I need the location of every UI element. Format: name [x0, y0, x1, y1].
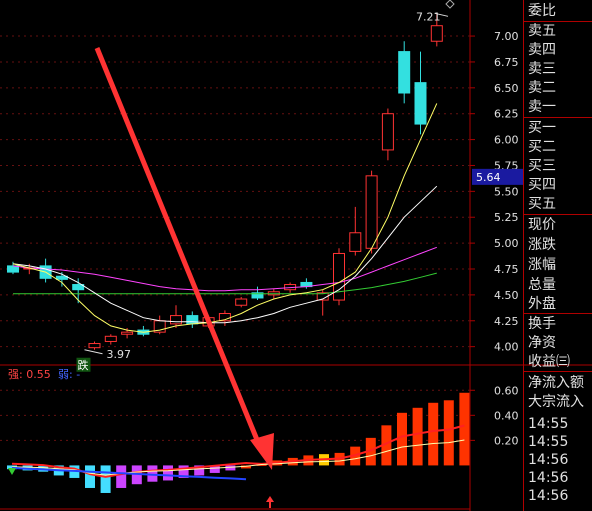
current-price-label: 5.64	[476, 171, 501, 184]
sidebar-item-0: 委比	[528, 3, 556, 19]
sidebar-item-14: 总量	[528, 277, 556, 293]
sidebar-item-22: 14:55	[528, 434, 569, 450]
y-tick-label: 5.25	[494, 211, 519, 224]
annotation-arrow	[94, 47, 265, 453]
sidebar-item-9: 买四	[528, 177, 556, 193]
sidebar-item-6: 买一	[528, 120, 556, 136]
candle-body	[186, 315, 199, 325]
sidebar-separator	[524, 214, 592, 215]
candle-body	[430, 25, 443, 42]
weakness-label: 弱: -	[58, 368, 80, 381]
sidebar-separator	[524, 371, 592, 372]
low-pointer	[84, 349, 103, 355]
y-tick-label: 0.60	[494, 384, 519, 397]
flow-bar	[459, 392, 470, 466]
sidebar-item-21: 14:55	[528, 416, 569, 432]
flow-bar	[412, 407, 423, 466]
candle-body	[104, 335, 117, 342]
sidebar-item-20: 大宗流入	[528, 394, 584, 410]
sidebar-item-7: 买二	[528, 139, 556, 155]
candle-body	[170, 315, 182, 325]
diamond-icon	[445, 0, 455, 9]
sidebar-item-16: 换手	[528, 316, 556, 332]
sidebar-item-4: 卖二	[528, 80, 556, 96]
sidebar-item-23: 14:56	[528, 452, 569, 468]
sidebar-item-8: 买三	[528, 158, 556, 174]
flow-bar	[100, 465, 111, 493]
stock-chart[interactable]: 7.006.756.506.256.005.755.505.255.004.75…	[0, 0, 592, 511]
candle-body	[349, 232, 362, 252]
flow-bar	[443, 400, 454, 466]
sidebar-item-12: 涨跌	[528, 237, 556, 253]
y-tick-label: 4.75	[494, 263, 519, 276]
sidebar-item-15: 外盘	[528, 296, 556, 312]
sidebar-item-17: 净资	[528, 335, 556, 351]
y-tick-label: 0.40	[494, 409, 519, 422]
y-tick-label: 7.00	[494, 30, 519, 43]
sidebar-separator	[524, 21, 592, 22]
sidebar-item-24: 14:56	[528, 470, 569, 486]
flow-bar	[116, 465, 127, 488]
y-tick-label: 6.00	[494, 134, 519, 147]
y-tick-label: 4.25	[494, 315, 519, 328]
candle-body	[398, 51, 411, 94]
quote-sidebar: 委比卖五卖四卖三卖二卖一买一买二买三买四买五现价涨跌涨幅总量外盘换手净资收益㈢净…	[523, 0, 592, 511]
flow-bar	[85, 465, 95, 488]
flow-bar	[225, 465, 236, 471]
y-tick-label: 6.25	[494, 108, 519, 121]
flow-bar	[163, 465, 173, 481]
sidebar-item-18: 收益㈢	[528, 354, 570, 370]
candle-body	[414, 82, 427, 125]
sidebar-item-2: 卖四	[528, 42, 556, 58]
candle-body	[235, 298, 248, 306]
candle-body	[121, 331, 134, 335]
low-price-label: 3.97	[107, 348, 132, 361]
high-price-label: 7.21	[416, 10, 441, 23]
y-tick-label: 4.50	[494, 289, 519, 302]
y-tick-label: 6.50	[494, 82, 519, 95]
sidebar-item-19: 净流入额	[528, 375, 584, 391]
y-tick-label: 5.00	[494, 237, 519, 250]
down-arrow-icon	[8, 468, 16, 475]
flow-bar	[428, 402, 439, 466]
y-tick-label: 6.75	[494, 56, 519, 69]
sidebar-item-5: 卖一	[528, 99, 556, 115]
sidebar-separator	[524, 313, 592, 314]
sidebar-item-25: 14:56	[528, 488, 569, 504]
candle-body	[333, 252, 345, 301]
sidebar-item-11: 现价	[528, 217, 556, 233]
y-tick-label: 5.50	[494, 185, 519, 198]
sidebar-item-1: 卖五	[528, 23, 556, 39]
candle-body	[381, 113, 394, 151]
candle-body	[365, 175, 378, 249]
y-tick-label: 0.20	[494, 434, 519, 447]
candle-body	[88, 343, 101, 349]
sidebar-item-10: 买五	[528, 196, 556, 212]
flow-line-red	[11, 424, 465, 478]
sidebar-separator	[524, 117, 592, 118]
strength-label: 强: 0.55	[8, 368, 51, 381]
sidebar-item-3: 卖三	[528, 61, 556, 77]
sidebar-item-13: 涨幅	[528, 257, 556, 273]
y-tick-label: 4.00	[494, 341, 519, 354]
